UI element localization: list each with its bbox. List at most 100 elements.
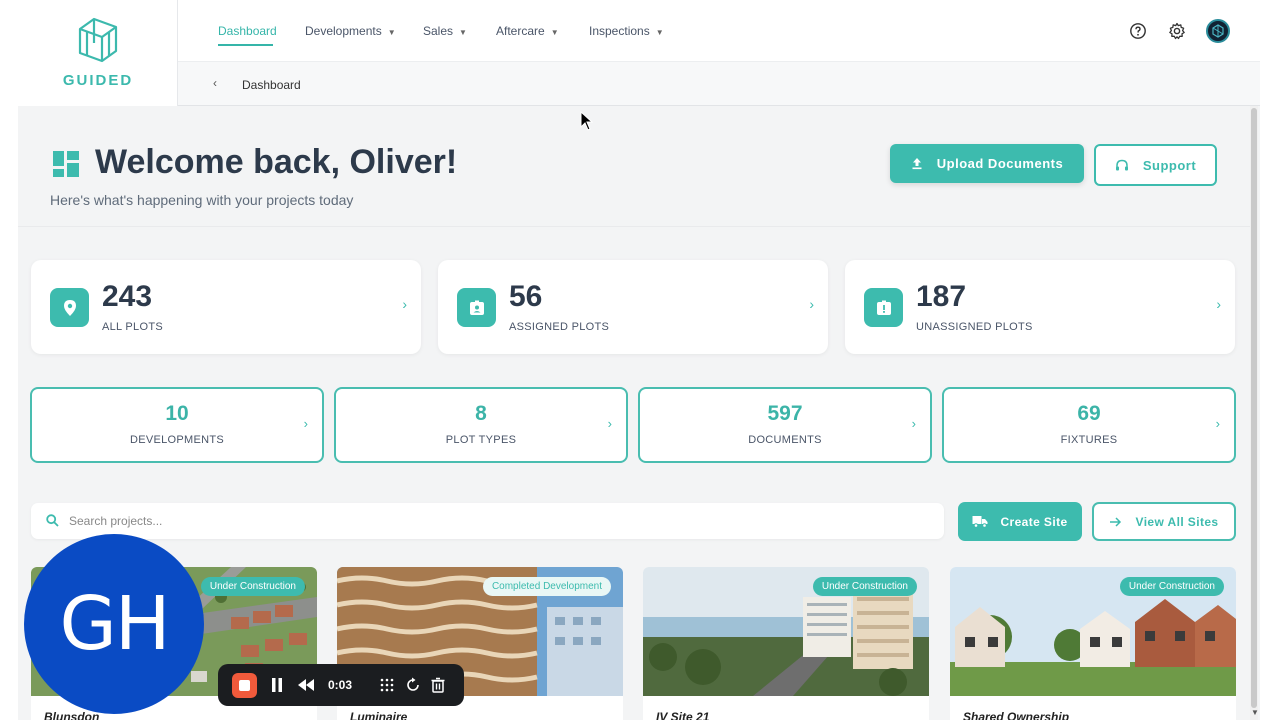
project-search [31,503,944,539]
mini-card-fixtures[interactable]: 69 FIXTURES › [942,387,1236,463]
stop-recording-button[interactable] [232,673,257,698]
badge-icon [457,288,496,327]
page-title: Welcome back, Oliver! [95,143,458,181]
nav-developments[interactable]: Developments ▼ [305,24,396,38]
stat-card-assigned-plots[interactable]: 56 ASSIGNED PLOTS › [438,260,828,354]
back-chevron-icon[interactable]: ‹ [213,76,217,90]
stat-card-unassigned-plots[interactable]: 187 UNASSIGNED PLOTS › [845,260,1235,354]
chevron-right-icon: › [607,416,612,431]
create-site-button[interactable]: Create Site [958,502,1082,541]
mini-value: 10 [165,402,189,425]
window-right-margin [1260,0,1280,720]
window-left-margin [0,0,18,720]
dashboard-grid-icon [53,151,79,177]
breadcrumb: ‹ Dashboard [178,62,1260,106]
caret-down-icon: ▼ [550,28,559,37]
search-icon [46,514,59,527]
stat-value: 243 [102,280,153,313]
rewind-icon[interactable] [297,677,315,693]
user-avatar[interactable] [1206,19,1230,43]
help-icon[interactable] [1129,22,1147,40]
support-button[interactable]: Support [1094,144,1217,186]
grid-dots-icon[interactable] [379,677,395,693]
mini-card-plot-types[interactable]: 8 PLOT TYPES › [334,387,628,463]
settings-gear-icon[interactable] [1168,22,1186,40]
mini-label: FIXTURES [1060,434,1118,446]
mini-label: DOCUMENTS [748,434,822,446]
house-logo-icon [78,17,118,63]
search-input[interactable] [69,503,929,539]
mini-value: 597 [767,402,803,425]
nav-sales-label: Sales [423,24,454,38]
status-badge: Under Construction [812,577,917,596]
caret-down-icon: ▼ [655,28,664,37]
arrow-right-icon [1109,516,1121,527]
chevron-right-icon: › [809,296,814,312]
pause-icon[interactable] [270,677,284,693]
mini-label: PLOT TYPES [445,434,517,446]
project-name: Shared Ownership [963,710,1070,720]
view-all-sites-label: View All Sites [1135,514,1219,529]
chevron-right-icon: › [1215,416,1220,431]
section-divider [18,226,1250,227]
nav-sales[interactable]: Sales ▼ [423,24,467,38]
nav-dashboard-label: Dashboard [218,24,277,38]
create-site-label: Create Site [1000,514,1068,529]
recording-timer: 0:03 [328,678,353,692]
breadcrumb-current: Dashboard [242,78,301,92]
nav-developments-label: Developments [305,24,382,38]
restart-icon[interactable] [405,677,421,693]
page-subtitle: Here's what's happening with your projec… [50,192,354,208]
nav-inspections-label: Inspections [589,24,650,38]
support-label: Support [1142,157,1197,173]
status-badge: Under Construction [1119,577,1224,596]
mouse-cursor-icon [580,111,594,131]
scroll-down-arrow-icon[interactable]: ▼ [1251,708,1259,717]
project-card[interactable]: Under Construction IV Site 21 [643,567,929,720]
brand-name: GUIDED [62,72,134,89]
project-card[interactable]: Under Construction Shared Ownership [950,567,1236,720]
caret-down-icon: ▼ [459,28,467,37]
nav-inspections[interactable]: Inspections ▼ [589,24,664,38]
caret-down-icon: ▼ [387,28,396,37]
stop-icon [239,680,250,691]
status-badge: Completed Development [482,577,611,596]
stat-value: 187 [916,280,967,313]
brand-logo[interactable]: GUIDED [18,0,178,106]
stat-value: 56 [509,280,543,313]
mini-card-developments[interactable]: 10 DEVELOPMENTS › [30,387,324,463]
top-navigation: Dashboard Developments ▼ Sales ▼ Aftercare… [178,0,1260,62]
chevron-right-icon: › [911,416,916,431]
nav-dashboard[interactable]: Dashboard [218,24,277,38]
alert-icon [864,288,903,327]
project-name: IV Site 21 [656,710,710,720]
stat-label: UNASSIGNED PLOTS [916,321,1033,333]
headset-icon [1115,159,1128,170]
view-all-sites-button[interactable]: View All Sites [1092,502,1236,541]
upload-icon [912,158,922,170]
mini-value: 8 [475,402,487,425]
stat-card-all-plots[interactable]: 243 ALL PLOTS › [31,260,421,354]
nav-aftercare-label: Aftercare [496,24,545,38]
stat-label: ALL PLOTS [102,321,163,333]
app-frame: GUIDED Dashboard Developments ▼ Sales ▼ Af… [18,0,1260,720]
chevron-right-icon: › [402,296,407,312]
upload-documents-button[interactable]: Upload Documents [890,144,1084,183]
truck-icon [972,516,988,528]
trash-icon[interactable] [430,677,446,693]
status-badge: Under Construction [200,577,305,596]
project-name: Luminaire [350,710,408,720]
nav-active-indicator [218,44,273,46]
chevron-right-icon: › [303,416,308,431]
recording-toolbar: 0:03 [218,664,464,706]
stat-label: ASSIGNED PLOTS [509,321,610,333]
mini-value: 69 [1077,402,1101,425]
nav-aftercare[interactable]: Aftercare ▼ [496,24,559,38]
upload-documents-label: Upload Documents [936,156,1064,171]
map-pin-icon [50,288,89,327]
mini-label: DEVELOPMENTS [129,434,225,446]
mini-card-documents[interactable]: 597 DOCUMENTS › [638,387,932,463]
avatar-logo-icon [1212,24,1224,38]
page-scrollbar-thumb[interactable] [1251,108,1257,708]
chevron-right-icon: › [1216,296,1221,312]
